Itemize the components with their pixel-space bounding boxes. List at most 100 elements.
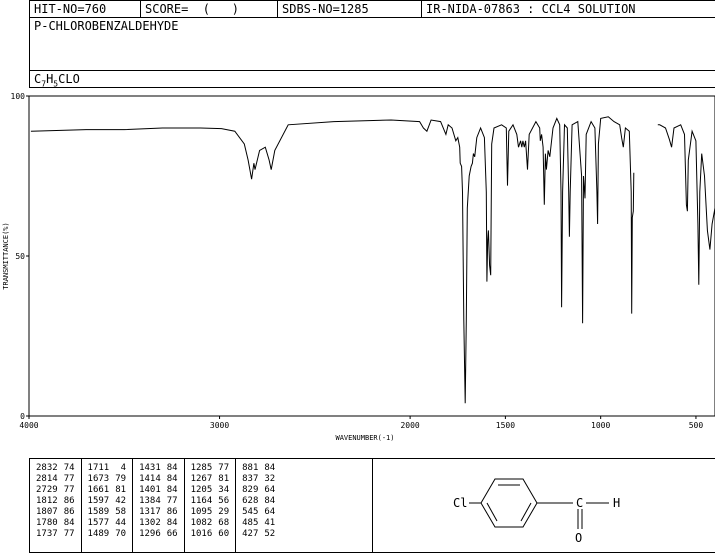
peak-row: 1401 84 xyxy=(136,485,181,496)
peak-row: 2814 77 xyxy=(33,474,78,485)
peak-row: 1737 77 xyxy=(33,529,78,540)
peak-wavenumber: 545 xyxy=(242,507,259,517)
peak-row: 1302 84 xyxy=(136,518,181,529)
peak-wavenumber: 1673 xyxy=(87,474,110,484)
peak-row: 545 64 xyxy=(239,507,278,518)
peak-row: 1431 84 xyxy=(136,463,181,474)
peak-transmittance: 68 xyxy=(218,518,230,528)
peak-table-box: 2832 74 2814 77 2729 77 1812 86 1807 86 1780 84 1737… xyxy=(29,458,374,553)
peak-wavenumber: 1711 xyxy=(87,463,110,473)
peak-wavenumber: 1016 xyxy=(190,529,213,539)
peak-wavenumber: 1384 xyxy=(139,496,161,506)
peak-wavenumber: 1164 xyxy=(190,496,213,506)
peak-transmittance: 32 xyxy=(264,474,276,484)
peak-transmittance: 81 xyxy=(218,474,230,484)
hydrogen-label: H xyxy=(613,496,620,510)
peak-transmittance: 44 xyxy=(115,518,127,528)
y-tick-label: 100 xyxy=(11,92,26,101)
peak-transmittance: 42 xyxy=(115,496,127,506)
y-tick-label: 50 xyxy=(15,252,25,261)
ring-double-bond-3 xyxy=(520,502,532,522)
peak-transmittance: 56 xyxy=(218,496,230,506)
peak-transmittance: 84 xyxy=(166,485,178,495)
peak-wavenumber: 1267 xyxy=(190,474,213,484)
peak-transmittance: 77 xyxy=(63,485,75,495)
peak-wavenumber: 1577 xyxy=(87,518,110,528)
peak-wavenumber: 1780 xyxy=(36,518,58,528)
peak-row: 1673 79 xyxy=(85,474,130,485)
peak-wavenumber: 1597 xyxy=(87,496,110,506)
peak-transmittance: 4 xyxy=(120,463,127,473)
peak-transmittance: 77 xyxy=(63,474,75,484)
peak-transmittance: 86 xyxy=(63,507,75,517)
peak-wavenumber: 1431 xyxy=(139,463,161,473)
benzene-ring xyxy=(480,478,538,528)
peak-column: 881 84 837 32 829 64 628 84 545 64 485 41 427 52 xyxy=(236,459,281,552)
peak-transmittance: 58 xyxy=(115,507,127,517)
peak-transmittance: 86 xyxy=(166,507,178,517)
peak-row: 427 52 xyxy=(239,529,278,540)
peak-wavenumber: 628 xyxy=(242,496,259,506)
peak-row: 1267 81 xyxy=(188,474,233,485)
x-tick-label: 3000 xyxy=(210,421,229,430)
peak-column: 1285 77 1267 81 1205 34 1164 56 1095 29 1082 68 1016… xyxy=(185,459,237,552)
peak-row: 1285 77 xyxy=(188,463,233,474)
oxygen-label: O xyxy=(575,531,582,545)
peak-transmittance: 77 xyxy=(63,529,75,539)
peak-wavenumber: 837 xyxy=(242,474,259,484)
spectrum-line xyxy=(30,116,715,404)
peak-row: 1164 56 xyxy=(188,496,233,507)
peak-wavenumber: 1661 xyxy=(87,485,110,495)
peak-transmittance: 86 xyxy=(63,496,75,506)
peak-transmittance: 34 xyxy=(218,485,230,495)
peak-row: 2832 74 xyxy=(33,463,78,474)
x-tick-label: 1000 xyxy=(591,421,610,430)
peak-row: 1711 4 xyxy=(85,463,130,474)
peak-wavenumber: 1082 xyxy=(190,518,213,528)
peak-row: 1384 77 xyxy=(136,496,181,507)
peak-wavenumber: 1737 xyxy=(36,529,58,539)
x-tick-label: 2000 xyxy=(400,421,419,430)
chlorine-label: Cl xyxy=(453,496,467,510)
peak-column: 2832 74 2814 77 2729 77 1812 86 1807 86 1780 84 1737… xyxy=(30,459,82,552)
peak-wavenumber: 1285 xyxy=(190,463,213,473)
peak-wavenumber: 881 xyxy=(242,463,259,473)
y-tick-label: 0 xyxy=(20,412,25,421)
peak-wavenumber: 2729 xyxy=(36,485,58,495)
peak-transmittance: 60 xyxy=(218,529,230,539)
peak-wavenumber: 1302 xyxy=(139,518,161,528)
peak-transmittance: 84 xyxy=(63,518,75,528)
peak-wavenumber: 1414 xyxy=(139,474,161,484)
peak-wavenumber: 485 xyxy=(242,518,259,528)
peak-transmittance: 70 xyxy=(115,529,127,539)
peak-row: 1095 29 xyxy=(188,507,233,518)
x-tick-label: 500 xyxy=(689,421,704,430)
peak-wavenumber: 2832 xyxy=(36,463,58,473)
peak-row: 2729 77 xyxy=(33,485,78,496)
peak-row: 881 84 xyxy=(239,463,278,474)
peak-row: 1661 81 xyxy=(85,485,130,496)
peak-row: 837 32 xyxy=(239,474,278,485)
peak-wavenumber: 1317 xyxy=(139,507,161,517)
peak-transmittance: 77 xyxy=(218,463,230,473)
peak-transmittance: 52 xyxy=(264,529,276,539)
peak-row: 1589 58 xyxy=(85,507,130,518)
plot-frame xyxy=(28,95,715,417)
peak-transmittance: 29 xyxy=(218,507,230,517)
peak-row: 1780 84 xyxy=(33,518,78,529)
x-tick-label: 1500 xyxy=(496,421,515,430)
peak-row: 1082 68 xyxy=(188,518,233,529)
peak-row: 1812 86 xyxy=(33,496,78,507)
peak-wavenumber: 1489 xyxy=(87,529,110,539)
peak-wavenumber: 1205 xyxy=(190,485,213,495)
peak-transmittance: 77 xyxy=(166,496,178,506)
peak-wavenumber: 1812 xyxy=(36,496,58,506)
structure-box: Cl C H O xyxy=(372,458,715,553)
peak-transmittance: 74 xyxy=(63,463,75,473)
peak-row: 1489 70 xyxy=(85,529,130,540)
peak-row: 1205 34 xyxy=(188,485,233,496)
chemical-structure: Cl C H O xyxy=(453,478,620,545)
peak-wavenumber: 427 xyxy=(242,529,259,539)
ring-double-bond-2 xyxy=(486,502,498,522)
y-axis-label: TRANSMITTANCE(%) xyxy=(2,222,10,289)
